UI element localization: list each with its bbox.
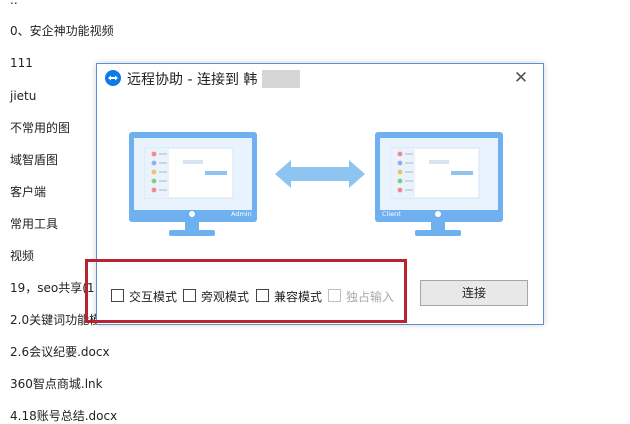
admin-label: Admin <box>231 210 252 218</box>
app-logo-icon <box>105 70 121 86</box>
list-item[interactable]: .. <box>10 0 18 8</box>
checkbox-box <box>328 289 341 302</box>
option-label: 交互模式 <box>129 290 178 304</box>
option-label: 独占输入 <box>346 290 395 304</box>
list-item[interactable]: jietu <box>10 88 36 104</box>
client-monitor-icon: Client <box>375 132 503 236</box>
list-item[interactable]: 4.18账号总结.docx <box>10 408 117 424</box>
list-item[interactable]: 不常用的图 <box>10 120 70 136</box>
list-item[interactable]: 111 <box>10 55 33 71</box>
list-item[interactable]: 视频 <box>10 248 34 264</box>
checkbox-box[interactable] <box>256 289 269 302</box>
bidirectional-arrow-icon <box>275 160 365 188</box>
checkbox-box[interactable] <box>111 289 124 302</box>
option-label: 兼容模式 <box>274 290 323 304</box>
dialog-titlebar[interactable]: 远程协助 - 连接到 韩 ✕ <box>97 64 543 92</box>
list-item[interactable]: 360智点商城.lnk <box>10 376 103 392</box>
close-icon[interactable]: ✕ <box>509 66 533 90</box>
list-item[interactable]: 客户端 <box>10 184 46 200</box>
dialog-title: 远程协助 - 连接到 韩 <box>127 72 258 88</box>
client-label: Client <box>382 210 401 218</box>
list-item[interactable]: 2.6会议纪要.docx <box>10 344 110 360</box>
list-item[interactable]: 域智盾图 <box>10 152 58 168</box>
connection-illustration: Admin Client <box>129 132 503 236</box>
list-item[interactable]: 0、安企神功能视频 <box>10 23 114 39</box>
list-item[interactable]: 常用工具 <box>10 216 58 232</box>
list-item[interactable]: 19，seo共享(1 <box>10 280 95 296</box>
redacted-name <box>262 70 300 88</box>
remote-assist-dialog: 远程协助 - 连接到 韩 ✕ Admin Client 交互模式 旁观模式 兼容… <box>96 63 544 325</box>
connect-button[interactable]: 连接 <box>420 280 528 306</box>
list-item[interactable]: 2.0关键词功能模 <box>10 312 101 328</box>
checkbox-box[interactable] <box>183 289 196 302</box>
admin-monitor-icon: Admin <box>129 132 257 236</box>
option-label: 旁观模式 <box>201 290 250 304</box>
